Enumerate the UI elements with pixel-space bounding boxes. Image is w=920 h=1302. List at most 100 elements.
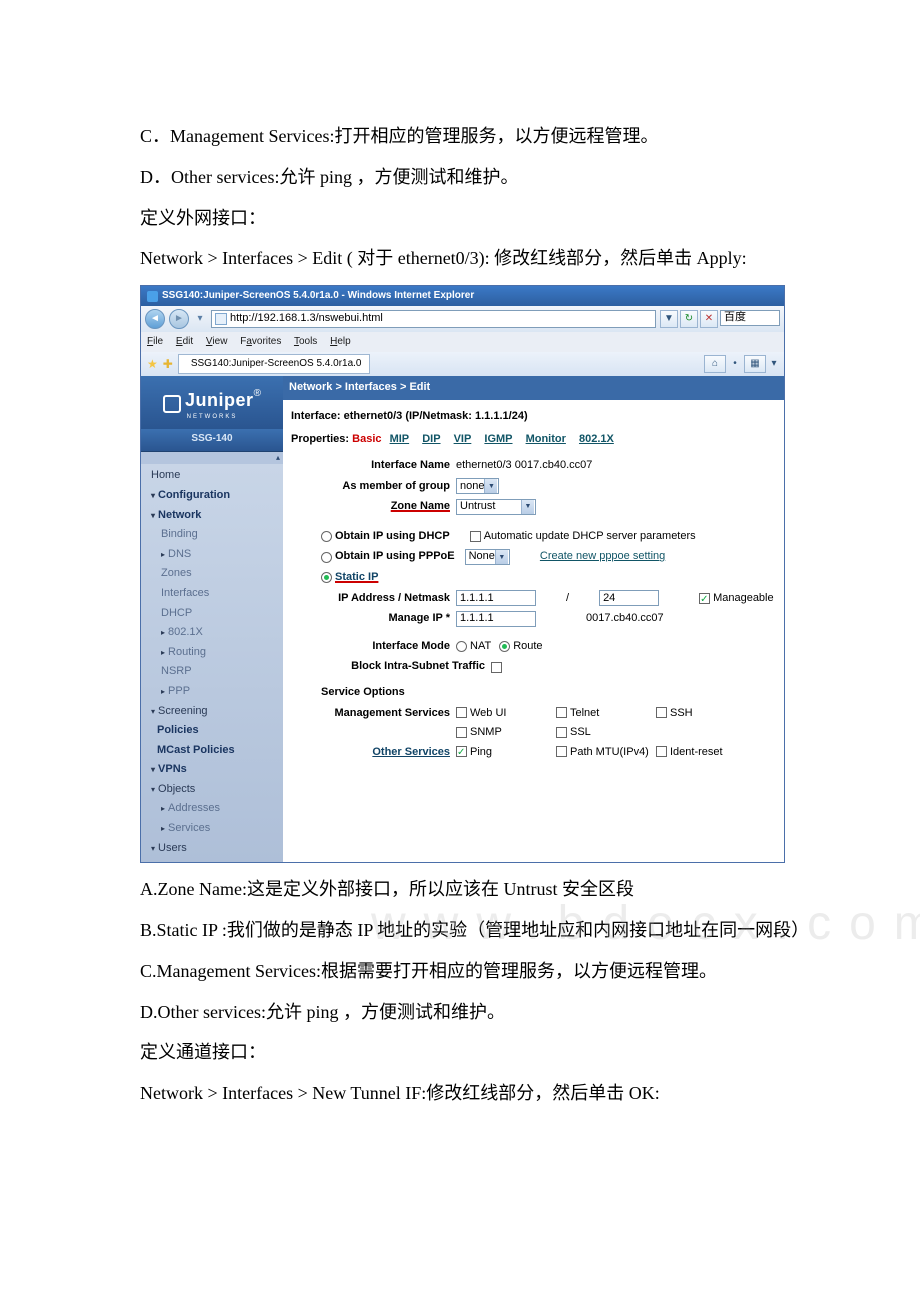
menu-view[interactable]: View — [206, 336, 228, 347]
link-new-pppoe[interactable]: Create new pppoe setting — [540, 548, 665, 566]
address-bar-row: ◄ ► ▾ http://192.168.1.3/nswebui.html ▼ … — [141, 306, 784, 332]
nav-network[interactable]: Network — [141, 506, 283, 526]
menu-tools[interactable]: Tools — [294, 336, 317, 347]
value-interface-name: ethernet0/3 0017.cb40.cc07 — [456, 457, 592, 475]
interface-edit-panel: Interface: ethernet0/3 (IP/Netmask: 1.1.… — [283, 400, 784, 862]
nav-binding[interactable]: Binding — [141, 525, 283, 545]
tab-title: SSG140:Juniper-ScreenOS 5.4.0r1a.0 — [191, 356, 362, 372]
check-manageable[interactable] — [699, 593, 710, 604]
label-snmp: SNMP — [470, 726, 502, 738]
check-ident-reset[interactable] — [656, 746, 667, 757]
nav-ppp[interactable]: PPP — [141, 682, 283, 702]
check-ping[interactable] — [456, 746, 467, 757]
nav-dns[interactable]: DNS — [141, 545, 283, 565]
address-input[interactable]: http://192.168.1.3/nswebui.html — [211, 310, 656, 328]
input-manage-ip[interactable]: 1.1.1.1 — [456, 611, 536, 627]
nav-history-dropdown[interactable]: ▾ — [193, 310, 207, 328]
nav-addresses[interactable]: Addresses — [141, 799, 283, 819]
nav-nsrp[interactable]: NSRP — [141, 662, 283, 682]
input-ip[interactable]: 1.1.1.1 — [456, 590, 536, 606]
para-a2: A.Zone Name:这是定义外部接口，所以应该在 Untrust 安全区段 — [140, 875, 820, 904]
check-ssl[interactable] — [556, 727, 567, 738]
nav-users[interactable]: Users — [141, 839, 283, 859]
logo-icon — [163, 395, 181, 413]
forward-button[interactable]: ► — [169, 309, 189, 329]
logo-subtext: NETWORKS — [145, 413, 279, 423]
nav-services[interactable]: Services — [141, 819, 283, 839]
tab-dip[interactable]: DIP — [422, 433, 440, 445]
radio-dhcp[interactable] — [321, 531, 332, 542]
nav-8021x[interactable]: 802.1X — [141, 623, 283, 643]
check-pmtu[interactable] — [556, 746, 567, 757]
check-auto-update[interactable] — [470, 531, 481, 542]
tab-monitor[interactable]: Monitor — [526, 433, 566, 445]
menu-favorites[interactable]: Favorites — [240, 336, 281, 347]
favorites-star-icon[interactable]: ★ — [147, 355, 158, 374]
menu-help[interactable]: Help — [330, 336, 351, 347]
tab-mip[interactable]: MIP — [390, 433, 410, 445]
page-icon — [215, 313, 227, 325]
device-model: SSG-140 — [141, 429, 283, 452]
label-ip-netmask: IP Address / Netmask — [291, 590, 456, 608]
menu-bar[interactable]: File Edit View Favorites Tools Help — [141, 332, 784, 352]
label-manageable: Manageable — [713, 590, 774, 608]
properties-label: Properties: — [291, 433, 349, 445]
back-button[interactable]: ◄ — [145, 309, 165, 329]
sep-slash: / — [536, 590, 599, 608]
para-b2: B.Static IP :我们做的是静态 IP 地址的实验（管理地址应和内网接口… — [90, 916, 820, 945]
nav-objects[interactable]: Objects — [141, 780, 283, 800]
sidebar: Juniper® NETWORKS SSG-140 ▴ Home Configu… — [141, 376, 283, 862]
add-favorite-icon[interactable]: ✚ — [163, 355, 173, 374]
label-interface-name: Interface Name — [291, 457, 456, 475]
tab-8021x[interactable]: 802.1X — [579, 433, 614, 445]
check-ssh[interactable] — [656, 707, 667, 718]
radio-nat[interactable] — [456, 641, 467, 652]
nav-routing[interactable]: Routing — [141, 643, 283, 663]
browser-window: SSG140:Juniper-ScreenOS 5.4.0r1a.0 - Win… — [140, 285, 785, 863]
label-ssl: SSL — [570, 726, 591, 738]
stop-button[interactable]: ✕ — [700, 310, 718, 328]
nav-screening[interactable]: Screening — [141, 702, 283, 722]
check-snmp[interactable] — [456, 727, 467, 738]
nav-tree: Home Configuration Network Binding DNS Z… — [141, 464, 283, 862]
nav-vpns[interactable]: VPNs — [141, 760, 283, 780]
select-zone-name[interactable]: Untrust — [456, 499, 536, 515]
label-ssh: SSH — [670, 707, 693, 719]
check-block-intra[interactable] — [491, 662, 502, 673]
select-pppoe[interactable]: None — [465, 549, 510, 565]
tab-basic[interactable]: Basic — [352, 433, 381, 445]
input-netmask[interactable]: 24 — [599, 590, 659, 606]
radio-pppoe[interactable] — [321, 552, 332, 563]
menu-file[interactable]: File — [147, 336, 163, 347]
nav-policies[interactable]: Policies — [141, 721, 283, 741]
label-static-ip: Static IP — [335, 569, 378, 587]
radio-route[interactable] — [499, 641, 510, 652]
browser-tab[interactable]: SSG140:Juniper-ScreenOS 5.4.0r1a.0 — [178, 354, 371, 374]
titlebar: SSG140:Juniper-ScreenOS 5.4.0r1a.0 - Win… — [141, 286, 784, 306]
label-pmtu: Path MTU(IPv4) — [570, 746, 649, 758]
refresh-button[interactable]: ↻ — [680, 310, 698, 328]
nav-zones[interactable]: Zones — [141, 564, 283, 584]
nav-interfaces[interactable]: Interfaces — [141, 584, 283, 604]
nav-dhcp[interactable]: DHCP — [141, 604, 283, 624]
check-telnet[interactable] — [556, 707, 567, 718]
para-d2: D.Other services:允许 ping ，方便测试和维护。 — [140, 998, 820, 1027]
label-block-intra: Block Intra-Subnet Traffic — [291, 658, 491, 676]
label-ident-reset: Ident-reset — [670, 746, 723, 758]
nav-configuration[interactable]: Configuration — [141, 486, 283, 506]
sidebar-scroll-up[interactable]: ▴ — [141, 452, 283, 465]
nav-mcast-policies[interactable]: MCast Policies — [141, 741, 283, 761]
menu-edit[interactable]: Edit — [176, 336, 193, 347]
select-member-group[interactable]: none — [456, 478, 499, 494]
breadcrumb: Network > Interfaces > Edit — [283, 376, 784, 400]
nav-home[interactable]: Home — [141, 466, 283, 486]
feeds-button[interactable]: ▦ — [744, 355, 766, 373]
tab-igmp[interactable]: IGMP — [484, 433, 512, 445]
tab-vip[interactable]: VIP — [454, 433, 472, 445]
home-button[interactable]: ⌂ — [704, 355, 726, 373]
radio-static-ip[interactable] — [321, 572, 332, 583]
address-dropdown[interactable]: ▼ — [660, 310, 678, 328]
search-box[interactable]: 百度 — [720, 310, 780, 326]
check-webui[interactable] — [456, 707, 467, 718]
toolbar-more[interactable]: ▾ — [770, 355, 778, 373]
